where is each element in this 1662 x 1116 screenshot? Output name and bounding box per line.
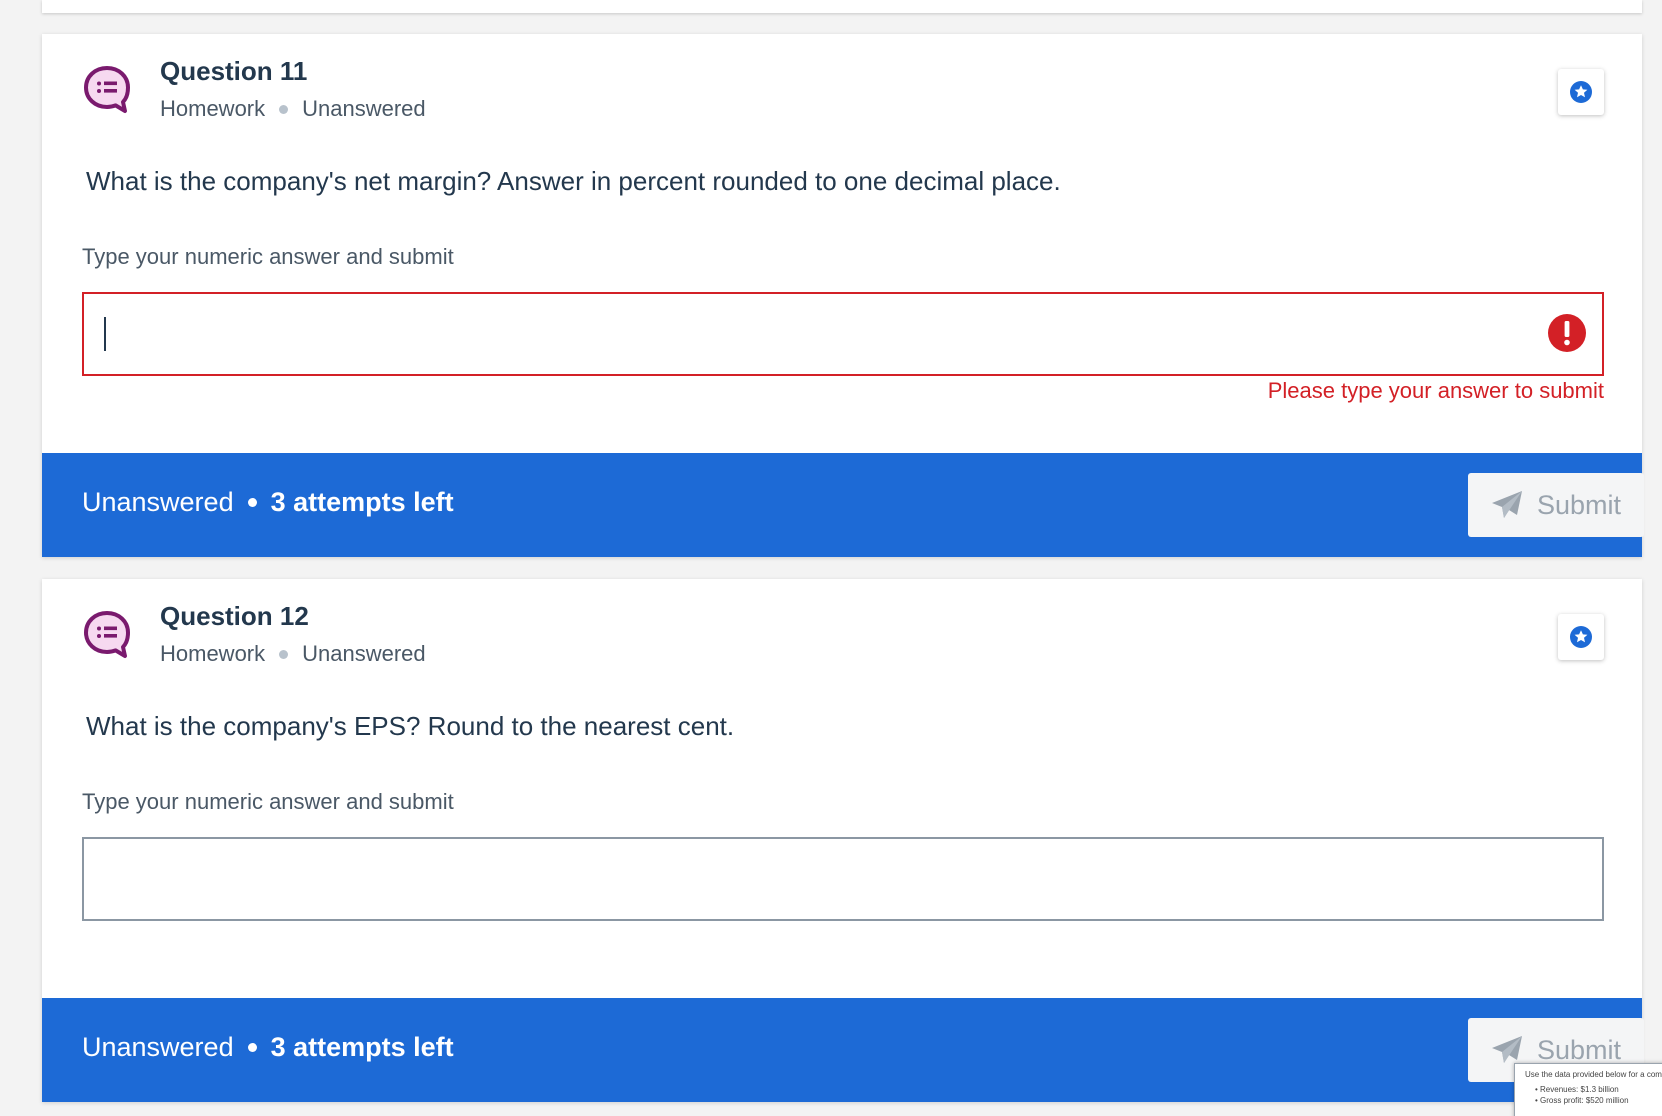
question-status: Unanswered — [302, 96, 426, 121]
answer-status: Unanswered — [82, 487, 234, 517]
question-prompt: What is the company's net margin? Answer… — [86, 166, 1061, 196]
question-footer: Unanswered 3 attempts left Submit — [42, 453, 1644, 557]
submit-button[interactable]: Submit — [1468, 473, 1644, 537]
answer-status: Unanswered — [82, 1032, 234, 1062]
question-header: Question 11 Homework Unanswered — [42, 34, 1642, 154]
question-header: Question 12 Homework Unanswered — [42, 579, 1642, 699]
attempts-left: 3 attempts left — [270, 1032, 454, 1062]
separator-dot — [279, 649, 289, 659]
answer-input-label: Type your numeric answer and submit — [82, 244, 454, 269]
previous-question-card — [42, 0, 1642, 13]
attempts-left: 3 attempts left — [270, 487, 454, 517]
separator-dot — [247, 1043, 257, 1052]
validation-error-message: Please type your answer to submit — [1267, 378, 1604, 403]
text-caret — [104, 317, 106, 351]
submit-label: Submit — [1536, 1034, 1622, 1065]
favorite-button[interactable] — [1558, 69, 1604, 115]
question-title: Question 11 — [160, 56, 308, 86]
thumbnail-heading: Use the data provided below for a com — [1525, 1070, 1662, 1079]
exclamation-circle-icon — [1548, 314, 1586, 352]
question-meta: Homework Unanswered — [160, 96, 426, 122]
thumbnail-bullet: • Revenues: $1.3 billion — [1535, 1085, 1619, 1094]
favorite-button[interactable] — [1558, 614, 1604, 660]
star-badge-icon — [1570, 626, 1592, 648]
question-prompt: What is the company's EPS? Round to the … — [86, 711, 735, 741]
question-card-12: Question 12 Homework Unanswered What is … — [42, 579, 1644, 1102]
discussion-question-icon — [84, 611, 130, 658]
paper-plane-icon — [1491, 491, 1522, 518]
question-footer: Unanswered 3 attempts left Submit — [42, 998, 1644, 1102]
question-card-11: Question 11 Homework Unanswered What is … — [42, 34, 1644, 557]
page: Question 11 Homework Unanswered What is … — [0, 0, 1662, 1116]
question-title: Question 12 — [160, 601, 309, 631]
footer-status: Unanswered 3 attempts left — [82, 487, 454, 518]
discussion-question-icon — [84, 66, 130, 113]
question-status: Unanswered — [302, 641, 426, 666]
star-badge-icon — [1570, 81, 1592, 103]
submit-label: Submit — [1536, 489, 1622, 520]
question-category: Homework — [160, 96, 266, 121]
numeric-answer-input[interactable] — [82, 292, 1604, 376]
separator-dot — [247, 498, 257, 507]
paper-plane-icon — [1491, 1036, 1522, 1063]
thumbnail-bullet: • Gross profit: $520 million — [1535, 1096, 1629, 1105]
answer-input-label: Type your numeric answer and submit — [82, 789, 454, 814]
question-category: Homework — [160, 641, 266, 666]
reference-thumbnail[interactable]: Use the data provided below for a com • … — [1514, 1063, 1662, 1116]
numeric-answer-input[interactable] — [82, 837, 1604, 921]
footer-status: Unanswered 3 attempts left — [82, 1032, 454, 1063]
separator-dot — [279, 104, 289, 114]
question-meta: Homework Unanswered — [160, 641, 426, 667]
